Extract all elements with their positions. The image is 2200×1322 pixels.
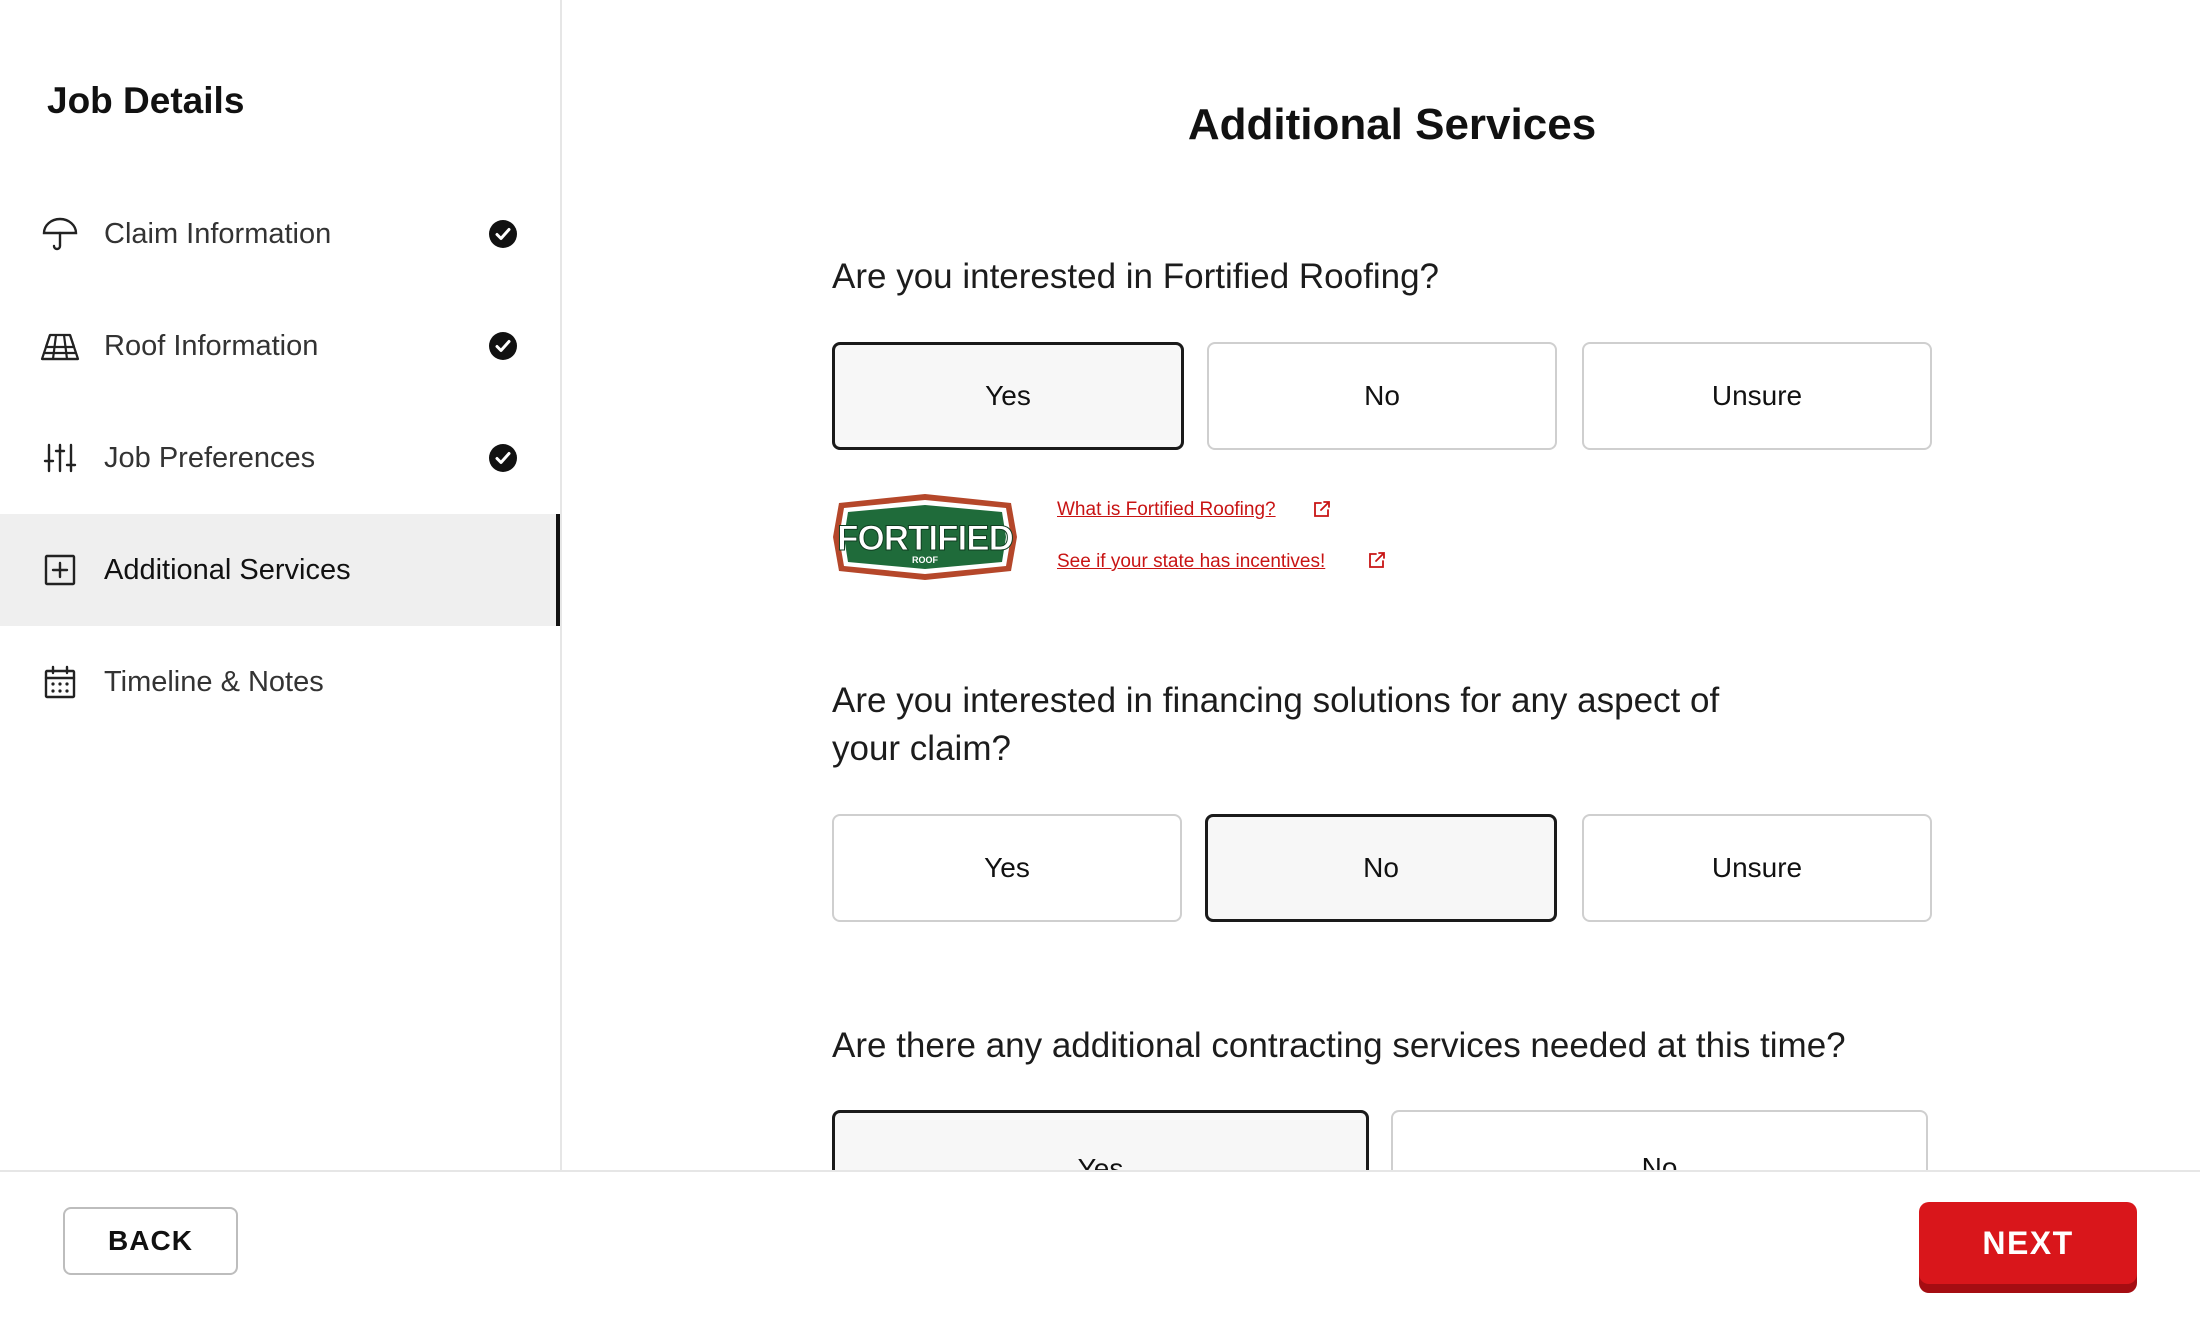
financing-question-line1: Are you interested in financing solution… bbox=[832, 681, 1720, 720]
financing-question-line2: your claim? bbox=[832, 729, 1011, 768]
page-title: Additional Services bbox=[1187, 100, 1597, 149]
sidebar-item-label: Additional Services bbox=[104, 553, 351, 586]
sidebar-item-label: Timeline & Notes bbox=[104, 665, 324, 698]
check-circle-icon bbox=[489, 332, 517, 360]
fortified-no-option[interactable]: No bbox=[1207, 342, 1557, 450]
fortified-unsure-option[interactable]: Unsure bbox=[1582, 342, 1932, 450]
check-circle-icon bbox=[489, 220, 517, 248]
sidebar-title: Job Details bbox=[47, 80, 245, 121]
sidebar-item-label: Roof Information bbox=[104, 329, 319, 362]
contracting-yes-option[interactable]: Yes bbox=[832, 1110, 1369, 1170]
sidebar-item-timeline-notes[interactable]: Timeline & Notes bbox=[0, 626, 560, 738]
sidebar-item-job-preferences[interactable]: Job Preferences bbox=[0, 402, 560, 514]
financing-no-option[interactable]: No bbox=[1205, 814, 1557, 922]
financing-unsure-option[interactable]: Unsure bbox=[1582, 814, 1932, 922]
sidebar-nav: Claim Information Roof Information Job P… bbox=[0, 178, 560, 738]
external-link-icon[interactable] bbox=[1312, 499, 1332, 519]
contracting-no-option[interactable]: No bbox=[1391, 1110, 1928, 1170]
sidebar: Job Details Claim Information Roof Infor… bbox=[0, 0, 562, 1170]
plus-square-icon bbox=[40, 550, 80, 590]
footer: BACK NEXT bbox=[0, 1170, 2200, 1322]
fortified-question: Are you interested in Fortified Roofing? bbox=[832, 257, 1439, 296]
main-content[interactable]: Additional Services Are you interested i… bbox=[562, 0, 2200, 1170]
what-is-fortified-link[interactable]: What is Fortified Roofing? bbox=[1057, 499, 1276, 521]
back-button[interactable]: BACK bbox=[63, 1207, 238, 1275]
fortified-logo-subtext: ROOF bbox=[912, 555, 939, 565]
fortified-logo-text: FORTIFIED bbox=[837, 519, 1013, 558]
sliders-icon bbox=[40, 438, 80, 478]
financing-yes-option[interactable]: Yes bbox=[832, 814, 1182, 922]
external-link-icon[interactable] bbox=[1367, 550, 1387, 570]
fortified-roof-logo: FORTIFIED ROOF bbox=[833, 494, 1017, 580]
state-incentives-link[interactable]: See if your state has incentives! bbox=[1057, 551, 1325, 573]
sidebar-item-additional-services[interactable]: Additional Services bbox=[0, 514, 560, 626]
check-circle-icon bbox=[489, 444, 517, 472]
sidebar-item-claim-information[interactable]: Claim Information bbox=[0, 178, 560, 290]
roof-icon bbox=[40, 326, 80, 366]
contracting-question: Are there any additional contracting ser… bbox=[832, 1026, 1846, 1065]
fortified-yes-option[interactable]: Yes bbox=[832, 342, 1184, 450]
sidebar-item-label: Job Preferences bbox=[104, 441, 316, 474]
sidebar-item-roof-information[interactable]: Roof Information bbox=[0, 290, 560, 402]
sidebar-item-label: Claim Information bbox=[104, 217, 332, 250]
next-button[interactable]: NEXT bbox=[1919, 1202, 2137, 1284]
financing-question: Are you interested in financing solution… bbox=[832, 677, 1719, 773]
umbrella-icon bbox=[40, 214, 80, 254]
calendar-icon bbox=[40, 662, 80, 702]
